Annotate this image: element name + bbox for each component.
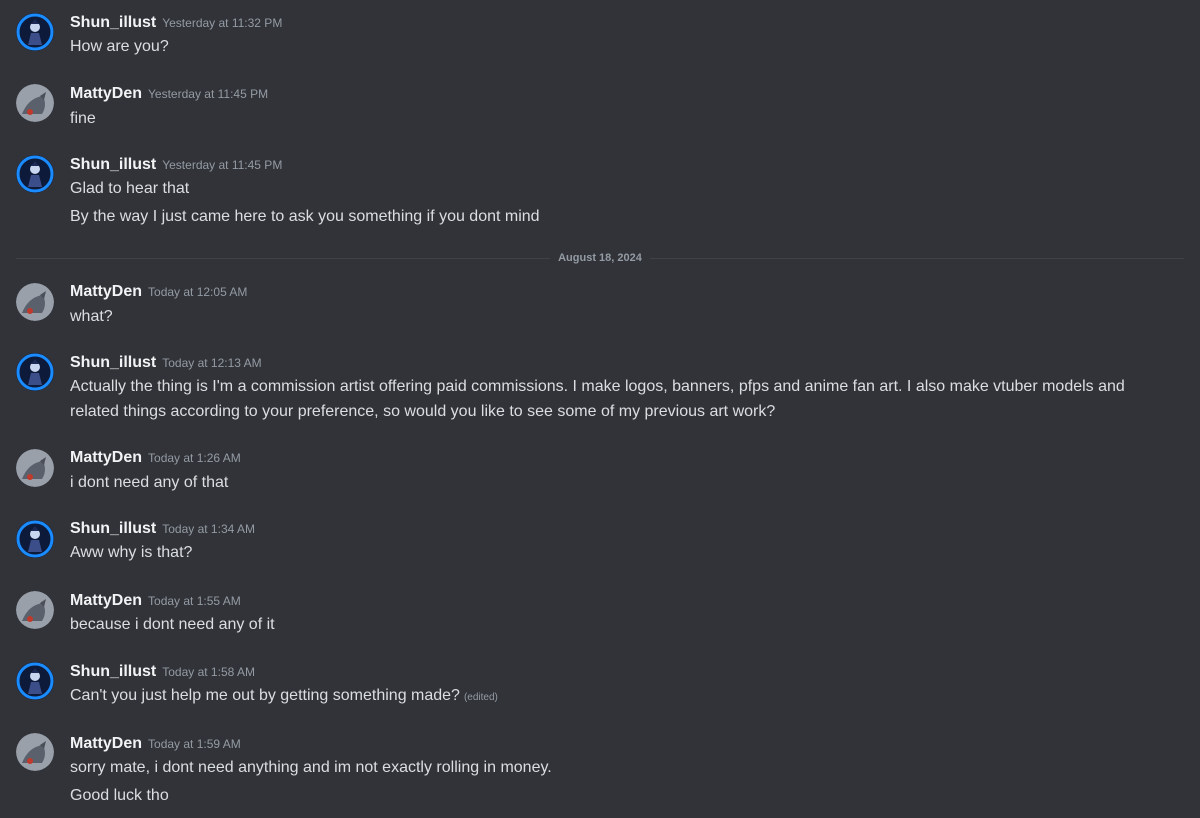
anime-character-avatar-icon (16, 353, 54, 391)
message-text: By the way I just came here to ask you s… (70, 208, 540, 225)
creature-avatar-icon (16, 591, 54, 629)
message-text: i dont need any of that (70, 474, 229, 491)
avatar[interactable] (16, 591, 54, 629)
message-header: MattyDen Yesterday at 11:45 PM (70, 83, 268, 105)
timestamp[interactable]: Today at 1:59 AM (148, 737, 241, 751)
message-header: MattyDen Today at 1:26 AM (70, 447, 241, 469)
avatar[interactable] (16, 733, 54, 771)
message-text: because i dont need any of it (70, 616, 275, 633)
date-divider: August 18, 2024 (16, 250, 1184, 266)
creature-avatar-icon (16, 84, 54, 122)
timestamp[interactable]: Today at 1:55 AM (148, 594, 241, 608)
avatar[interactable] (16, 353, 54, 391)
anime-character-avatar-icon (16, 662, 54, 700)
chat-message-list: Shun_illust Yesterday at 11:32 PM How are… (0, 0, 1200, 818)
creature-avatar-icon (16, 283, 54, 321)
username[interactable]: Shun_illust (70, 663, 156, 680)
avatar[interactable] (16, 449, 54, 487)
timestamp[interactable]: Today at 1:26 AM (148, 451, 241, 465)
message-text: Good luck tho (70, 787, 169, 804)
username[interactable]: MattyDen (70, 85, 142, 102)
message-text: what? (70, 308, 113, 325)
avatar[interactable] (16, 84, 54, 122)
username[interactable]: Shun_illust (70, 156, 156, 173)
timestamp[interactable]: Yesterday at 11:45 PM (148, 87, 268, 101)
message-text: sorry mate, i dont need anything and im … (70, 759, 552, 776)
creature-avatar-icon (16, 449, 54, 487)
creature-avatar-icon (16, 733, 54, 771)
username[interactable]: MattyDen (70, 449, 142, 466)
timestamp[interactable]: Yesterday at 11:45 PM (162, 158, 282, 172)
username[interactable]: MattyDen (70, 592, 142, 609)
avatar[interactable] (16, 13, 54, 51)
message-text: Aww why is that? (70, 544, 193, 561)
message-header: Shun_illust Yesterday at 11:32 PM (70, 12, 282, 34)
message-text-content: Can't you just help me out by getting so… (70, 687, 460, 704)
username[interactable]: MattyDen (70, 283, 142, 300)
timestamp[interactable]: Today at 12:05 AM (148, 285, 247, 299)
message-text: Glad to hear that (70, 180, 190, 197)
message-header: MattyDen Today at 1:59 AM (70, 733, 241, 755)
timestamp[interactable]: Today at 12:13 AM (162, 356, 261, 370)
date-divider-label: August 18, 2024 (550, 250, 650, 266)
message-text: fine (70, 110, 96, 127)
anime-character-avatar-icon (16, 13, 54, 51)
message-header: Shun_illust Today at 1:34 AM (70, 518, 255, 540)
timestamp[interactable]: Yesterday at 11:32 PM (162, 16, 282, 30)
message-header: MattyDen Today at 12:05 AM (70, 281, 247, 303)
message-header: Shun_illust Yesterday at 11:45 PM (70, 154, 282, 176)
message-text: Actually the thing is I'm a commission a… (70, 378, 1125, 420)
message-text: How are you? (70, 38, 169, 55)
message-header: Shun_illust Today at 1:58 AM (70, 661, 255, 683)
timestamp[interactable]: Today at 1:34 AM (162, 522, 255, 536)
anime-character-avatar-icon (16, 155, 54, 193)
anime-character-avatar-icon (16, 520, 54, 558)
message-text: Can't you just help me out by getting so… (70, 683, 1160, 710)
message-header: Shun_illust Today at 12:13 AM (70, 352, 262, 374)
avatar[interactable] (16, 155, 54, 193)
avatar[interactable] (16, 662, 54, 700)
timestamp[interactable]: Today at 1:58 AM (162, 665, 255, 679)
avatar[interactable] (16, 520, 54, 558)
avatar[interactable] (16, 283, 54, 321)
message-header: MattyDen Today at 1:55 AM (70, 590, 241, 612)
username[interactable]: Shun_illust (70, 520, 156, 537)
edited-label: (edited) (463, 692, 498, 703)
username[interactable]: Shun_illust (70, 354, 156, 371)
username[interactable]: MattyDen (70, 735, 142, 752)
username[interactable]: Shun_illust (70, 14, 156, 31)
